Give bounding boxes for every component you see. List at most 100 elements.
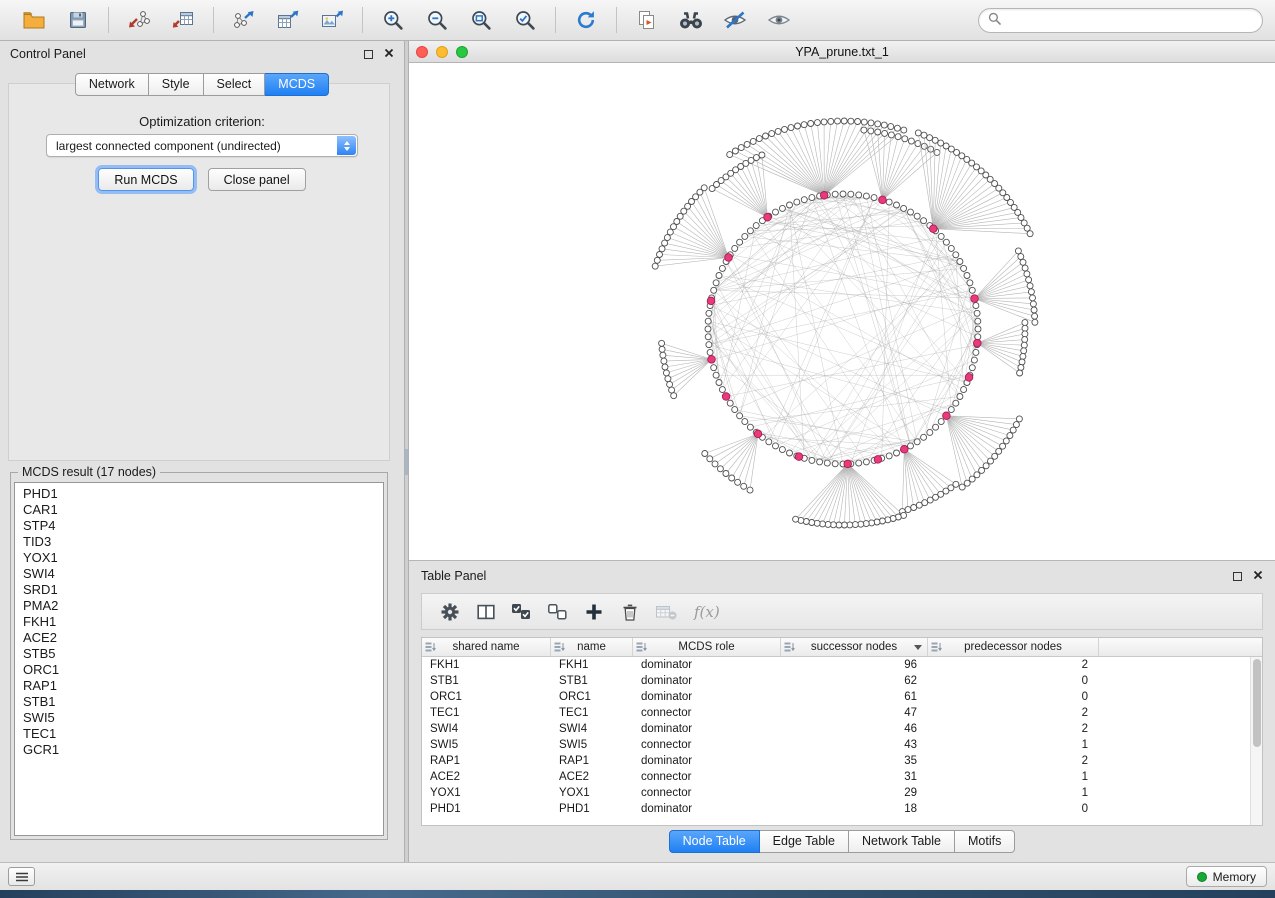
mcds-result-item[interactable]: SWI4 (23, 566, 375, 582)
table-row[interactable]: TEC1TEC1connector472 (422, 705, 1250, 721)
cell-successor_nodes: 31 (781, 771, 928, 783)
export-network-icon[interactable] (229, 5, 259, 35)
cell-successor_nodes: 29 (781, 787, 928, 799)
mcds-result-item[interactable]: TID3 (23, 534, 375, 550)
node-table: shared namenameMCDS rolesuccessor nodesp… (421, 637, 1263, 826)
zoom-out-icon[interactable] (422, 5, 452, 35)
network-canvas[interactable] (409, 63, 1275, 560)
scrollbar-thumb[interactable] (1253, 659, 1261, 747)
mcds-result-item[interactable]: STB5 (23, 646, 375, 662)
cell-mcds_role: dominator (633, 755, 781, 767)
search-input[interactable] (1007, 13, 1253, 27)
search-box[interactable] (978, 8, 1263, 33)
tab-network[interactable]: Network (75, 73, 149, 96)
cell-successor_nodes: 47 (781, 707, 928, 719)
table-row[interactable]: SWI5SWI5connector431 (422, 737, 1250, 753)
cell-shared_name: FKH1 (422, 659, 551, 671)
mcds-result-item[interactable]: STB1 (23, 694, 375, 710)
add-column-icon[interactable] (576, 603, 612, 621)
refresh-icon[interactable] (571, 5, 601, 35)
hide-selected-icon[interactable] (720, 5, 750, 35)
zoom-selected-icon[interactable] (510, 5, 540, 35)
close-panel-icon[interactable] (1253, 569, 1263, 583)
select-all-columns-icon[interactable] (504, 602, 540, 622)
float-panel-icon[interactable] (1233, 572, 1242, 581)
delete-column-icon[interactable] (612, 602, 648, 622)
status-menu-button[interactable] (8, 867, 35, 886)
table-row[interactable]: STB1STB1dominator620 (422, 673, 1250, 689)
cell-mcds_role: connector (633, 707, 781, 719)
tab-mcds[interactable]: MCDS (265, 73, 329, 96)
table-row[interactable]: ACE2ACE2connector311 (422, 769, 1250, 785)
column-header-MCDS-role[interactable]: MCDS role (633, 638, 781, 656)
tab-edge-table[interactable]: Edge Table (760, 830, 849, 853)
mcds-result-item[interactable]: SWI5 (23, 710, 375, 726)
memory-button[interactable]: Memory (1186, 866, 1267, 887)
close-panel-button[interactable]: Close panel (208, 168, 306, 191)
cell-mcds_role: connector (633, 739, 781, 751)
table-row[interactable]: YOX1YOX1connector291 (422, 785, 1250, 801)
tab-motifs[interactable]: Motifs (955, 830, 1015, 853)
float-panel-icon[interactable] (364, 50, 373, 59)
tab-network-table[interactable]: Network Table (849, 830, 955, 853)
cell-shared_name: PHD1 (422, 803, 551, 815)
table-row[interactable]: SWI4SWI4dominator462 (422, 721, 1250, 737)
window-maximize-button[interactable] (456, 46, 468, 58)
show-columns-icon[interactable] (468, 603, 504, 621)
column-header-name[interactable]: name (551, 638, 633, 656)
tab-node-table[interactable]: Node Table (669, 830, 760, 853)
mcds-result-item[interactable]: ORC1 (23, 662, 375, 678)
show-graphics-details-icon[interactable] (764, 5, 794, 35)
column-header-predecessor-nodes[interactable]: predecessor nodes (928, 638, 1099, 656)
window-minimize-button[interactable] (436, 46, 448, 58)
export-table-icon[interactable] (273, 5, 303, 35)
mcds-result-item[interactable]: GCR1 (23, 742, 375, 758)
run-mcds-button[interactable]: Run MCDS (98, 168, 193, 191)
mcds-result-item[interactable]: STP4 (23, 518, 375, 534)
cell-mcds_role: dominator (633, 675, 781, 687)
save-icon[interactable] (63, 5, 93, 35)
mcds-result-item[interactable]: ACE2 (23, 630, 375, 646)
network-titlebar: YPA_prune.txt_1 (409, 41, 1275, 63)
mcds-result-item[interactable]: YOX1 (23, 550, 375, 566)
search-network-icon[interactable] (676, 5, 706, 35)
table-scrollbar[interactable] (1250, 657, 1262, 825)
tab-select[interactable]: Select (204, 73, 266, 96)
mcds-result-item[interactable]: FKH1 (23, 614, 375, 630)
memory-label: Memory (1213, 870, 1256, 884)
cell-predecessor_nodes: 1 (928, 787, 1099, 799)
export-image-icon[interactable] (317, 5, 347, 35)
mcds-result-item[interactable]: PMA2 (23, 598, 375, 614)
table-row[interactable]: FKH1FKH1dominator962 (422, 657, 1250, 673)
mcds-result-list[interactable]: PHD1CAR1STP4TID3YOX1SWI4SRD1PMA2FKH1ACE2… (14, 482, 384, 836)
optimization-dropdown[interactable]: largest connected component (undirected) (46, 134, 358, 157)
window-close-button[interactable] (416, 46, 428, 58)
splitter-handle-icon[interactable] (405, 449, 408, 475)
network-graph[interactable] (409, 63, 1275, 560)
table-row[interactable]: RAP1RAP1dominator352 (422, 753, 1250, 769)
copy-view-icon[interactable] (632, 5, 662, 35)
table-settings-gear-icon[interactable] (432, 602, 468, 622)
column-header-successor-nodes[interactable]: successor nodes (781, 638, 928, 656)
column-header-filler (1099, 638, 1262, 656)
mcds-result-item[interactable]: CAR1 (23, 502, 375, 518)
toolbar-separator (616, 7, 617, 33)
cell-name: RAP1 (551, 755, 633, 767)
zoom-fit-icon[interactable] (466, 5, 496, 35)
import-table-icon[interactable] (168, 5, 198, 35)
cell-predecessor_nodes: 0 (928, 675, 1099, 687)
tab-style[interactable]: Style (149, 73, 204, 96)
mcds-result-item[interactable]: PHD1 (23, 486, 375, 502)
column-header-shared-name[interactable]: shared name (422, 638, 551, 656)
sort-icon (425, 642, 436, 656)
mcds-result-item[interactable]: SRD1 (23, 582, 375, 598)
mcds-result-item[interactable]: RAP1 (23, 678, 375, 694)
mcds-result-item[interactable]: TEC1 (23, 726, 375, 742)
import-network-icon[interactable] (124, 5, 154, 35)
close-panel-icon[interactable] (384, 47, 394, 61)
table-row[interactable]: ORC1ORC1dominator610 (422, 689, 1250, 705)
open-file-icon[interactable] (19, 5, 49, 35)
deselect-all-columns-icon[interactable] (540, 602, 576, 622)
zoom-in-icon[interactable] (378, 5, 408, 35)
table-row[interactable]: PHD1PHD1dominator180 (422, 801, 1250, 817)
